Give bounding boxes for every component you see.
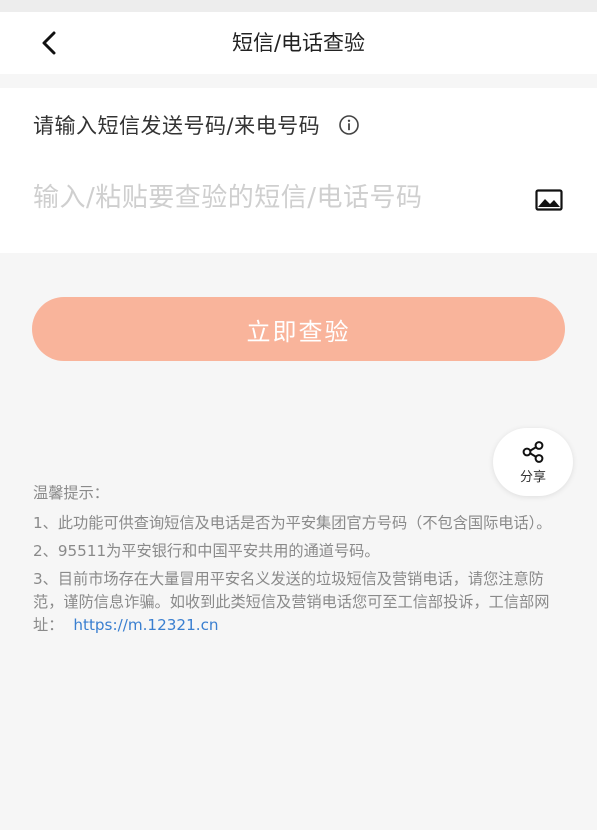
phone-number-input[interactable] <box>33 176 513 220</box>
miit-link[interactable]: https://m.12321.cn <box>73 616 218 634</box>
image-picker-button[interactable] <box>532 186 566 214</box>
tip-item-with-link: 3、目前市场存在大量冒用平安名义发送的垃圾短信及营销电话，请您注意防范，谨防信息… <box>33 568 568 637</box>
field-label: 请输入短信发送号码/来电号码 <box>33 114 321 138</box>
back-button[interactable] <box>32 26 68 60</box>
tip-item: 1、此功能可供查询短信及电话是否为平安集团官方号码（不包含国际电话）。 <box>33 514 552 532</box>
chevron-left-icon <box>42 31 56 55</box>
share-icon <box>522 440 544 463</box>
info-circle-icon[interactable] <box>338 114 360 136</box>
tip-item: 2、95511为平安银行和中国平安共用的通道号码。 <box>33 542 380 560</box>
field-label-row: 请输入短信发送号码/来电号码 <box>33 110 360 140</box>
header-bar: 短信/电话查验 <box>0 12 597 74</box>
number-input-card: 请输入短信发送号码/来电号码 <box>0 88 597 253</box>
tips-section: 温馨提示： 1、此功能可供查询短信及电话是否为平安集团官方号码（不包含国际电话）… <box>33 482 568 642</box>
image-icon <box>535 189 563 211</box>
page-title: 短信/电话查验 <box>231 31 366 55</box>
tips-title: 温馨提示： <box>33 484 109 502</box>
check-now-button[interactable]: 立即查验 <box>32 297 565 361</box>
status-bar <box>0 0 597 12</box>
